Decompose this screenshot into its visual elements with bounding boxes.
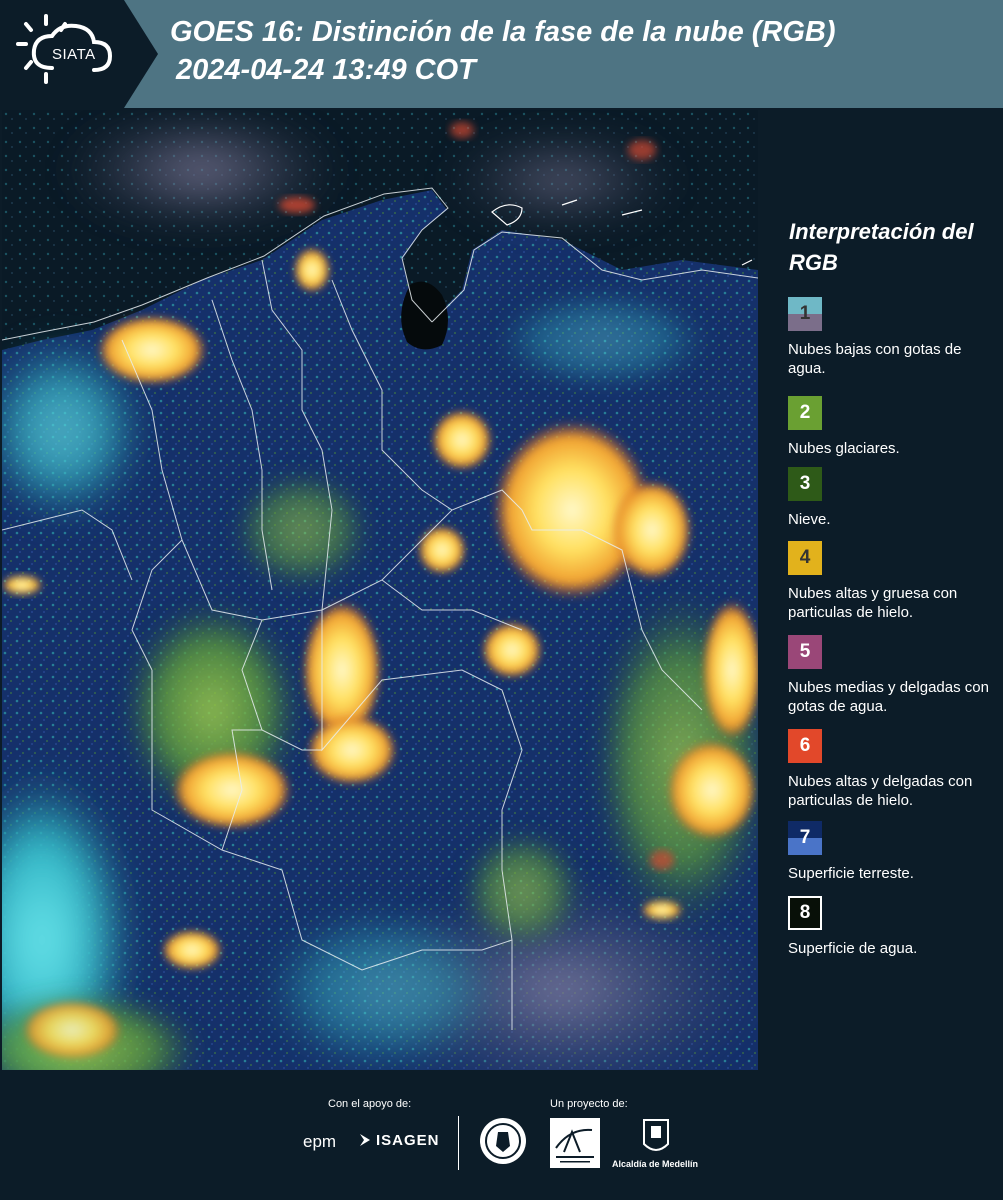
legend-label: Nieve. bbox=[788, 511, 831, 528]
legend-label: Nubes glaciares. bbox=[788, 440, 900, 457]
legend-swatch: 8 bbox=[788, 896, 822, 930]
legend-swatch: 4 bbox=[788, 541, 822, 575]
legend-item: 7 Superficie terreste. bbox=[788, 821, 998, 883]
legend-item: 8 Superficie de agua. bbox=[788, 896, 998, 958]
area-metropolitana-logo bbox=[550, 1118, 600, 1168]
satellite-rgb-map bbox=[2, 110, 758, 1070]
project-caption: Un proyecto de: bbox=[550, 1098, 628, 1110]
deep-cloud-cluster bbox=[162, 930, 222, 970]
page-title: GOES 16: Distinción de la fase de la nub… bbox=[170, 16, 836, 48]
legend-number: 5 bbox=[799, 641, 811, 662]
alcaldia-shield-icon bbox=[643, 1119, 669, 1151]
deep-cloud-cluster bbox=[22, 1000, 122, 1060]
legend-swatch: 3 bbox=[788, 467, 822, 501]
legend-label: Nubes altas y gruesa con particulas de h… bbox=[788, 585, 958, 621]
university-seal-icon bbox=[480, 1118, 526, 1164]
legend-item: 3 Nieve. bbox=[788, 467, 998, 529]
legend-label: Superficie de agua. bbox=[788, 940, 918, 957]
thin-high-cloud bbox=[628, 140, 656, 160]
legend-swatch: 1 bbox=[788, 297, 822, 331]
legend-item: 2 Nubes glaciares. bbox=[788, 396, 998, 458]
thin-high-cloud bbox=[279, 197, 315, 213]
legend-label: Nubes altas y delgadas con particulas de… bbox=[788, 773, 973, 809]
siata-logo-text: SIATA bbox=[52, 46, 96, 63]
mixed-cloud-region bbox=[492, 290, 712, 390]
alcaldia-logo-text: Alcaldía de Medellín bbox=[612, 1159, 699, 1169]
legend-number: 4 bbox=[799, 547, 811, 568]
legend-number: 2 bbox=[799, 402, 811, 423]
deep-cloud-cluster bbox=[482, 622, 542, 678]
legend-number: 1 bbox=[799, 303, 811, 324]
legend-item: 4 Nubes altas y gruesa con particulas de … bbox=[788, 541, 998, 622]
legend-number: 7 bbox=[799, 827, 811, 848]
isagen-logo: ISAGEN bbox=[376, 1132, 440, 1149]
rgb-legend: Interpretación del RGB 1 Nubes bajas con … bbox=[770, 110, 1000, 1070]
area-metropolitana-icon bbox=[555, 1128, 594, 1163]
timestamp: 2024-04-24 13:49 COT bbox=[176, 54, 476, 86]
legend-label: Nubes medias y delgadas con gotas de agu… bbox=[788, 679, 989, 715]
deep-cloud-cluster bbox=[97, 315, 207, 385]
footer: Con el apoyo de: Un proyecto de: epm ISA… bbox=[0, 1070, 1003, 1200]
support-caption: Con el apoyo de: bbox=[328, 1098, 412, 1110]
legend-number: 3 bbox=[799, 473, 811, 494]
legend-swatch: 2 bbox=[788, 396, 822, 430]
mixed-cloud-region bbox=[462, 830, 582, 950]
legend-item: 5 Nubes medias y delgadas con gotas de ag… bbox=[788, 635, 998, 716]
low-cloud-region bbox=[262, 910, 502, 1070]
thin-high-cloud bbox=[650, 850, 674, 870]
legend-swatch: 6 bbox=[788, 729, 822, 763]
siata-logo: SIATA bbox=[0, 0, 158, 108]
mixed-cloud-region bbox=[232, 470, 372, 590]
legend-number: 6 bbox=[799, 735, 811, 756]
header-band: SIATA GOES 16: Distinción de la fase de … bbox=[0, 0, 1003, 108]
legend-swatch: 7 bbox=[788, 821, 822, 855]
deep-cloud-cluster bbox=[432, 410, 492, 470]
deep-cloud-cluster bbox=[172, 750, 292, 830]
legend-swatch: 5 bbox=[788, 635, 822, 669]
isagen-icon bbox=[360, 1134, 370, 1146]
deep-cloud-cluster bbox=[418, 526, 466, 574]
legend-number: 8 bbox=[799, 902, 811, 923]
deep-cloud-cluster bbox=[612, 480, 692, 580]
deep-cloud-cluster bbox=[642, 900, 682, 920]
deep-cloud-cluster bbox=[2, 575, 42, 595]
footer-divider bbox=[458, 1116, 459, 1170]
deep-cloud-cluster bbox=[294, 248, 330, 292]
legend-label: Superficie terreste. bbox=[788, 865, 914, 882]
legend-title: Interpretación del RGB bbox=[789, 219, 974, 275]
deep-cloud-cluster bbox=[667, 740, 757, 840]
legend-label: Nubes bajas con gotas de agua. bbox=[788, 341, 962, 377]
epm-logo: epm bbox=[303, 1132, 337, 1151]
thin-high-cloud bbox=[450, 122, 474, 138]
legend-item: 1 Nubes bajas con gotas de agua. bbox=[788, 297, 998, 378]
legend-item: 6 Nubes altas y delgadas con particulas d… bbox=[788, 729, 998, 810]
